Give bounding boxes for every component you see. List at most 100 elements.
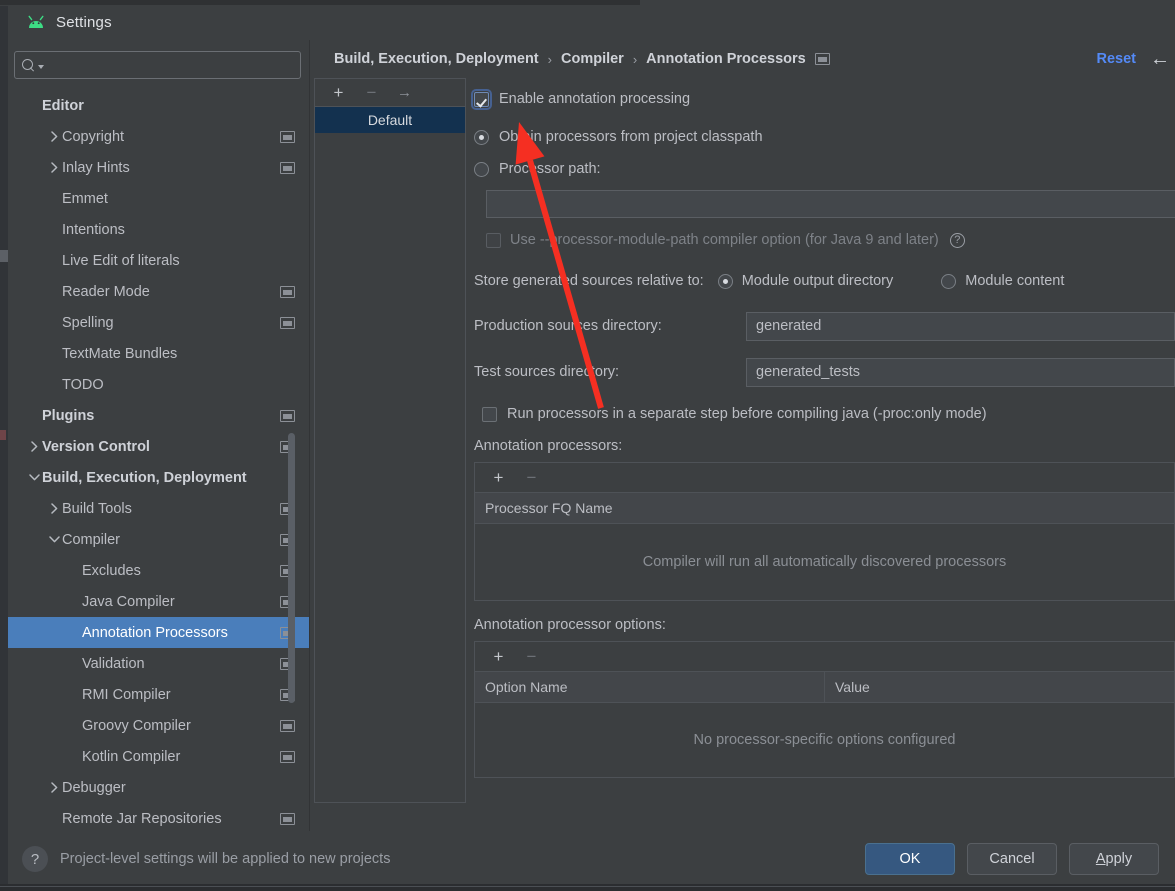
obtain-from-classpath-radio[interactable] bbox=[474, 129, 489, 145]
chevron-right-icon[interactable] bbox=[46, 162, 62, 173]
add-profile-button[interactable]: + bbox=[322, 80, 355, 106]
column-header-processor-fq-name[interactable]: Processor FQ Name bbox=[475, 493, 1174, 523]
sidebar-item-reader-mode[interactable]: Reader Mode bbox=[8, 276, 309, 307]
column-header-value[interactable]: Value bbox=[824, 672, 1174, 702]
breadcrumb-item-1[interactable]: Compiler bbox=[561, 51, 624, 67]
copy-settings-icon[interactable] bbox=[280, 161, 295, 174]
dialog-footer: ? Project-level settings will be applied… bbox=[8, 831, 1175, 887]
module-content-radio[interactable] bbox=[941, 273, 957, 289]
sidebar-item-kotlin-compiler[interactable]: Kotlin Compiler bbox=[8, 741, 309, 772]
sidebar-item-plugins[interactable]: Plugins bbox=[8, 400, 309, 431]
sidebar-item-version-control[interactable]: Version Control bbox=[8, 431, 309, 462]
copy-settings-icon[interactable] bbox=[280, 130, 295, 143]
sidebar-item-todo[interactable]: TODO bbox=[8, 369, 309, 400]
run-separate-step-row[interactable]: Run processors in a separate step before… bbox=[482, 400, 1175, 428]
add-option-button[interactable]: + bbox=[482, 644, 515, 670]
sidebar-scrollbar-thumb[interactable] bbox=[288, 433, 295, 703]
copy-settings-icon[interactable] bbox=[814, 53, 830, 65]
sidebar-item-label: Remote Jar Repositories bbox=[62, 810, 222, 827]
processor-path-row[interactable]: Processor path: bbox=[474, 156, 1175, 182]
test-sources-row: Test sources directory: generated_tests bbox=[474, 354, 1175, 390]
chevron-right-icon[interactable] bbox=[46, 503, 62, 514]
copy-settings-icon[interactable] bbox=[280, 285, 295, 298]
help-circle-icon[interactable]: ? bbox=[22, 846, 48, 872]
sidebar-item-emmet[interactable]: Emmet bbox=[8, 183, 309, 214]
production-sources-input[interactable]: generated bbox=[746, 311, 1175, 341]
copy-settings-icon[interactable] bbox=[280, 316, 295, 329]
column-header-option-name[interactable]: Option Name bbox=[475, 672, 824, 702]
processor-path-radio[interactable] bbox=[474, 161, 489, 177]
desktop-background-left bbox=[0, 6, 8, 884]
copy-settings-icon[interactable] bbox=[280, 812, 295, 825]
processor-path-input[interactable] bbox=[486, 190, 1175, 218]
chevron-down-icon[interactable] bbox=[26, 473, 42, 482]
remove-profile-button[interactable]: − bbox=[355, 80, 388, 106]
sidebar-item-remote-jar-repositories[interactable]: Remote Jar Repositories bbox=[8, 803, 309, 831]
run-separate-step-checkbox[interactable] bbox=[482, 406, 497, 422]
ok-button[interactable]: OK bbox=[865, 843, 955, 875]
apply-button[interactable]: Apply bbox=[1069, 843, 1159, 875]
cancel-button[interactable]: Cancel bbox=[967, 843, 1057, 875]
enable-annotation-processing-checkbox[interactable] bbox=[471, 88, 492, 110]
enable-annotation-processing-row[interactable]: Enable annotation processing bbox=[471, 86, 1175, 112]
sidebar-item-label: Java Compiler bbox=[82, 593, 175, 610]
chevron-right-icon[interactable] bbox=[46, 782, 62, 793]
processors-table-header: Processor FQ Name bbox=[475, 493, 1174, 524]
use-module-path-checkbox[interactable] bbox=[486, 232, 501, 248]
sidebar-item-label: Kotlin Compiler bbox=[82, 748, 181, 765]
sidebar-item-java-compiler[interactable]: Java Compiler bbox=[8, 586, 309, 617]
profile-item-default[interactable]: Default bbox=[315, 107, 465, 133]
remove-processor-button[interactable]: − bbox=[515, 465, 548, 491]
use-module-path-label: Use --processor-module-path compiler opt… bbox=[510, 232, 939, 248]
sidebar-item-annotation-processors[interactable]: Annotation Processors bbox=[8, 617, 309, 648]
module-output-directory-radio[interactable] bbox=[717, 273, 733, 289]
sidebar-item-build-execution-deployment[interactable]: Build, Execution, Deployment bbox=[8, 462, 309, 493]
sidebar-scrollbar-track[interactable] bbox=[288, 88, 302, 831]
breadcrumb: Build, Execution, Deployment › Compiler … bbox=[310, 40, 1175, 78]
chevron-down-icon[interactable] bbox=[46, 535, 62, 544]
obtain-from-classpath-row[interactable]: Obtain processors from project classpath bbox=[474, 124, 1175, 150]
remove-option-button[interactable]: − bbox=[515, 644, 548, 670]
move-profile-button[interactable]: → bbox=[388, 80, 421, 106]
sidebar-item-debugger[interactable]: Debugger bbox=[8, 772, 309, 803]
sidebar-item-live-edit-of-literals[interactable]: Live Edit of literals bbox=[8, 245, 309, 276]
android-logo-icon bbox=[26, 15, 46, 29]
sidebar-item-intentions[interactable]: Intentions bbox=[8, 214, 309, 245]
sidebar-item-editor[interactable]: Editor bbox=[8, 90, 309, 121]
sidebar-item-validation[interactable]: Validation bbox=[8, 648, 309, 679]
sidebar-item-rmi-compiler[interactable]: RMI Compiler bbox=[8, 679, 309, 710]
search-box[interactable] bbox=[14, 51, 301, 79]
processor-path-label: Processor path: bbox=[499, 161, 601, 177]
processor-path-input-row bbox=[474, 188, 1175, 228]
sidebar-item-excludes[interactable]: Excludes bbox=[8, 555, 309, 586]
sidebar-item-spelling[interactable]: Spelling bbox=[8, 307, 309, 338]
settings-tree[interactable]: Editor Copyright Inlay Hints Emmet Intention… bbox=[8, 88, 309, 831]
sidebar-item-label: Version Control bbox=[42, 438, 150, 455]
profiles-list[interactable]: Default bbox=[315, 107, 465, 802]
breadcrumb-item-0[interactable]: Build, Execution, Deployment bbox=[334, 51, 539, 67]
sidebar-item-inlay-hints[interactable]: Inlay Hints bbox=[8, 152, 309, 183]
copy-settings-icon[interactable] bbox=[280, 409, 295, 422]
help-circle-icon[interactable]: ? bbox=[949, 232, 965, 248]
sidebar-item-compiler[interactable]: Compiler bbox=[8, 524, 309, 555]
chevron-right-icon[interactable] bbox=[26, 441, 42, 452]
sidebar-item-label: RMI Compiler bbox=[82, 686, 171, 703]
copy-settings-icon[interactable] bbox=[280, 719, 295, 732]
sidebar-item-copyright[interactable]: Copyright bbox=[8, 121, 309, 152]
chevron-right-icon[interactable] bbox=[46, 131, 62, 142]
sidebar-item-build-tools[interactable]: Build Tools bbox=[8, 493, 309, 524]
search-input[interactable] bbox=[47, 52, 293, 78]
sidebar-item-groovy-compiler[interactable]: Groovy Compiler bbox=[8, 710, 309, 741]
add-processor-button[interactable]: + bbox=[482, 465, 515, 491]
use-module-path-row[interactable]: Use --processor-module-path compiler opt… bbox=[474, 228, 1175, 252]
arrow-left-icon[interactable]: ← bbox=[1145, 48, 1175, 71]
breadcrumb-separator: › bbox=[632, 51, 638, 67]
breadcrumb-separator: › bbox=[547, 51, 552, 67]
sidebar-item-textmate-bundles[interactable]: TextMate Bundles bbox=[8, 338, 309, 369]
reset-link[interactable]: Reset bbox=[1097, 51, 1137, 67]
test-sources-input[interactable]: generated_tests bbox=[746, 357, 1175, 387]
sidebar-item-label: Compiler bbox=[62, 531, 121, 548]
desktop-background-notch-secondary bbox=[0, 430, 6, 440]
chevron-down-icon[interactable] bbox=[38, 65, 44, 69]
copy-settings-icon[interactable] bbox=[280, 750, 295, 763]
